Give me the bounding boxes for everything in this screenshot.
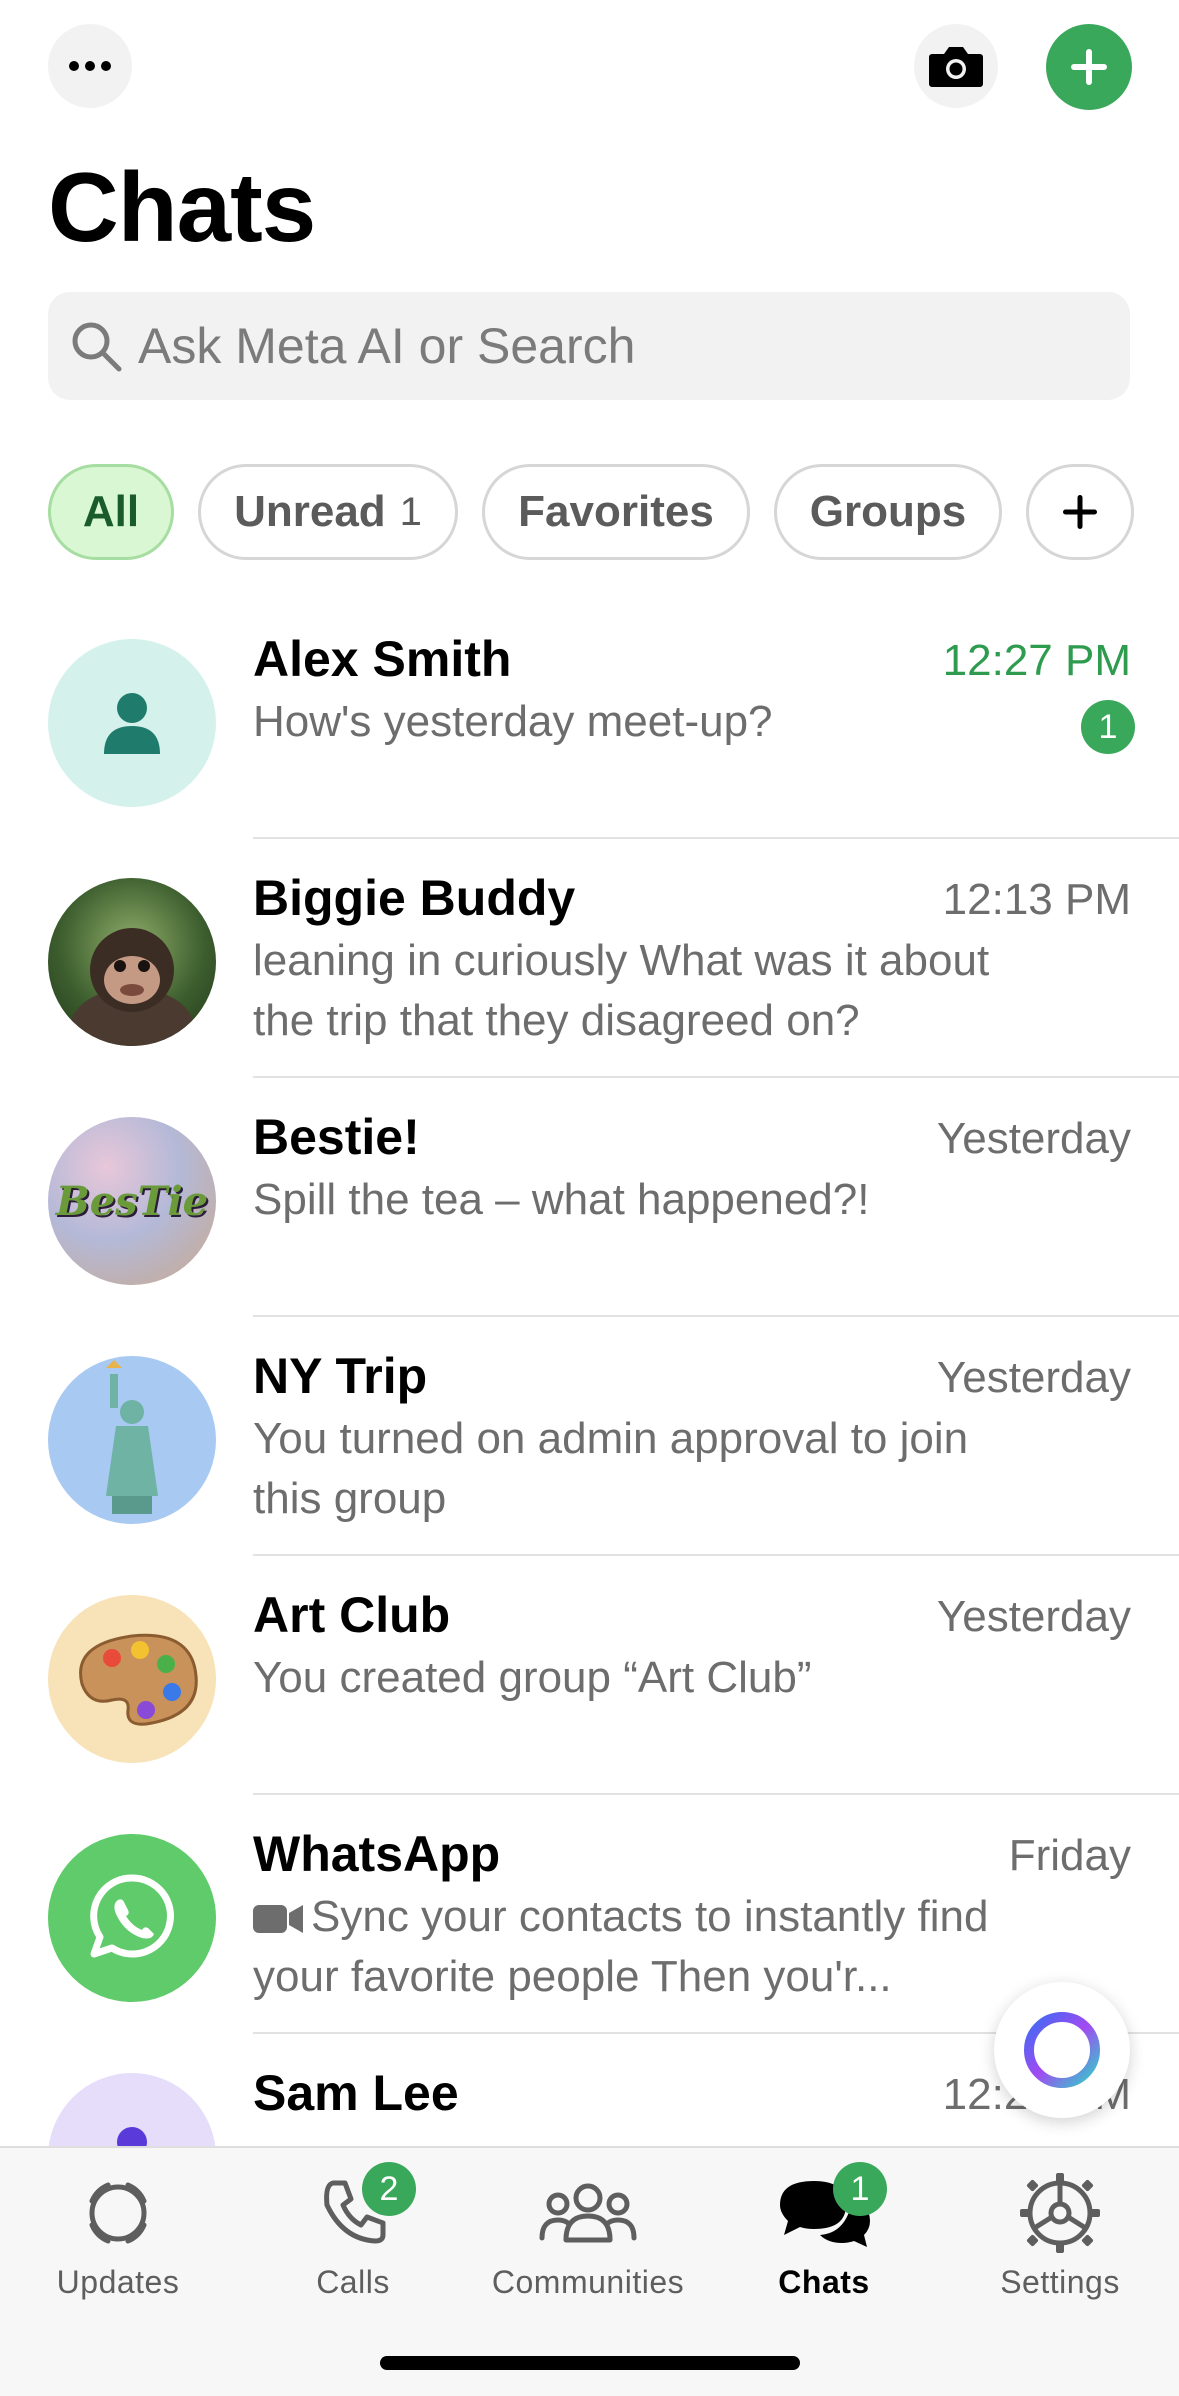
meta-ai-button[interactable] xyxy=(994,1982,1130,2118)
tab-label: Calls xyxy=(316,2264,390,2300)
tab-updates[interactable]: Updates xyxy=(8,2168,228,2318)
plus-icon xyxy=(1063,495,1097,529)
chat-name: Alex Smith xyxy=(253,631,512,687)
phone-icon: 2 xyxy=(298,2162,416,2258)
chat-preview-text: Sync your contacts to instantly find you… xyxy=(253,1892,989,2001)
chat-name: Sam Lee xyxy=(253,2065,459,2121)
chat-time: Yesterday xyxy=(936,1592,1131,1641)
chat-preview: leaning in curiously What was it about t… xyxy=(253,936,990,1045)
chat-time: Friday xyxy=(1008,1831,1131,1880)
communities-icon xyxy=(533,2168,643,2258)
tab-settings[interactable]: Settings xyxy=(950,2168,1170,2318)
chat-row-whatsapp[interactable]: WhatsApp Friday Sync your contacts to in… xyxy=(0,1795,1179,2034)
filter-groups[interactable]: Groups xyxy=(774,464,1002,560)
chat-name: Biggie Buddy xyxy=(253,870,576,926)
tab-calls[interactable]: 2 Calls xyxy=(243,2162,463,2318)
statue-of-liberty-image xyxy=(106,1360,158,1514)
chat-preview: Sync your contacts to instantly find you… xyxy=(253,1887,1043,2007)
search-bar[interactable] xyxy=(48,292,1130,400)
tab-label: Settings xyxy=(1000,2264,1120,2300)
tab-label: Chats xyxy=(778,2264,870,2300)
chat-preview: You created group “Art Club” xyxy=(253,1653,812,1702)
chat-row-alex-smith[interactable]: Alex Smith 12:27 PM How's yesterday meet… xyxy=(0,600,1179,839)
avatar xyxy=(48,878,216,1046)
plus-icon xyxy=(1071,49,1107,85)
palette-image xyxy=(79,1633,198,1726)
chat-list: Alex Smith 12:27 PM How's yesterday meet… xyxy=(0,600,1179,2146)
chat-row-ny-trip[interactable]: NY Trip Yesterday You turned on admin ap… xyxy=(0,1317,1179,1556)
search-icon xyxy=(66,316,126,376)
avatar xyxy=(48,2073,216,2146)
video-icon xyxy=(253,1905,303,1933)
chat-name: NY Trip xyxy=(253,1348,428,1404)
calls-badge: 2 xyxy=(362,2162,416,2216)
chat-preview: How's yesterday meet-up? xyxy=(253,697,773,746)
meta-ai-ring-icon xyxy=(1024,2012,1100,2088)
whatsapp-logo-icon xyxy=(90,1874,174,1958)
avatar xyxy=(48,1356,216,1524)
unread-badge: 1 xyxy=(1081,700,1135,754)
tab-chats[interactable]: 1 Chats xyxy=(714,2162,934,2318)
chat-time: 12:27 PM xyxy=(942,636,1131,685)
chat-row-bestie[interactable]: BesTie Bestie! Yesterday Spill the tea –… xyxy=(0,1078,1179,1317)
person-icon xyxy=(104,693,160,754)
top-bar xyxy=(0,0,1179,140)
avatar xyxy=(48,1595,216,1763)
avatar xyxy=(48,1834,216,2002)
more-options-button[interactable] xyxy=(48,24,132,108)
monkey-image xyxy=(70,928,194,1046)
gear-icon xyxy=(1005,2168,1115,2258)
unread-count: 1 xyxy=(399,489,422,534)
chat-preview: You turned on admin approval to join thi… xyxy=(253,1414,969,1523)
tab-communities[interactable]: Communities xyxy=(478,2168,698,2318)
filter-all-label: All xyxy=(82,487,140,536)
chat-row-art-club[interactable]: Art Club Yesterday You created group “Ar… xyxy=(0,1556,1179,1795)
filter-groups-label: Groups xyxy=(809,487,967,536)
filter-unread[interactable]: Unread 1 xyxy=(198,464,458,560)
new-chat-button[interactable] xyxy=(1046,24,1132,110)
camera-icon xyxy=(929,47,983,87)
search-input[interactable] xyxy=(138,317,1118,375)
camera-button[interactable] xyxy=(914,24,998,108)
filter-chips: All Unread 1 Favorites Groups xyxy=(48,464,1134,560)
bestie-avatar-text: BesTie xyxy=(55,1177,209,1225)
tab-label: Communities xyxy=(491,2264,685,2300)
home-indicator xyxy=(380,2356,800,2370)
filter-all[interactable]: All xyxy=(48,464,174,560)
ellipsis-icon xyxy=(69,61,111,71)
person-icon xyxy=(117,2127,147,2146)
chat-time: 12:13 PM xyxy=(942,875,1131,924)
chats-icon: 1 xyxy=(769,2162,887,2258)
chat-time: Yesterday xyxy=(936,1353,1131,1402)
tab-label: Updates xyxy=(56,2264,180,2300)
filter-unread-label: Unread xyxy=(234,487,386,536)
chat-name: Art Club xyxy=(253,1587,451,1643)
chat-name: Bestie! xyxy=(253,1109,420,1165)
chat-row-biggie-buddy[interactable]: Biggie Buddy 12:13 PM leaning in curious… xyxy=(0,839,1179,1078)
avatar: BesTie xyxy=(48,1117,216,1285)
chats-badge: 1 xyxy=(833,2162,887,2216)
chat-preview: Spill the tea – what happened?! xyxy=(253,1175,870,1224)
add-filter-button[interactable] xyxy=(1026,464,1134,560)
filter-favorites[interactable]: Favorites xyxy=(482,464,750,560)
chat-time: Yesterday xyxy=(936,1114,1131,1163)
page-title: Chats xyxy=(48,152,316,262)
avatar xyxy=(48,639,216,807)
updates-icon xyxy=(63,2168,173,2258)
chat-name: WhatsApp xyxy=(253,1826,501,1882)
filter-favorites-label: Favorites xyxy=(518,487,714,536)
